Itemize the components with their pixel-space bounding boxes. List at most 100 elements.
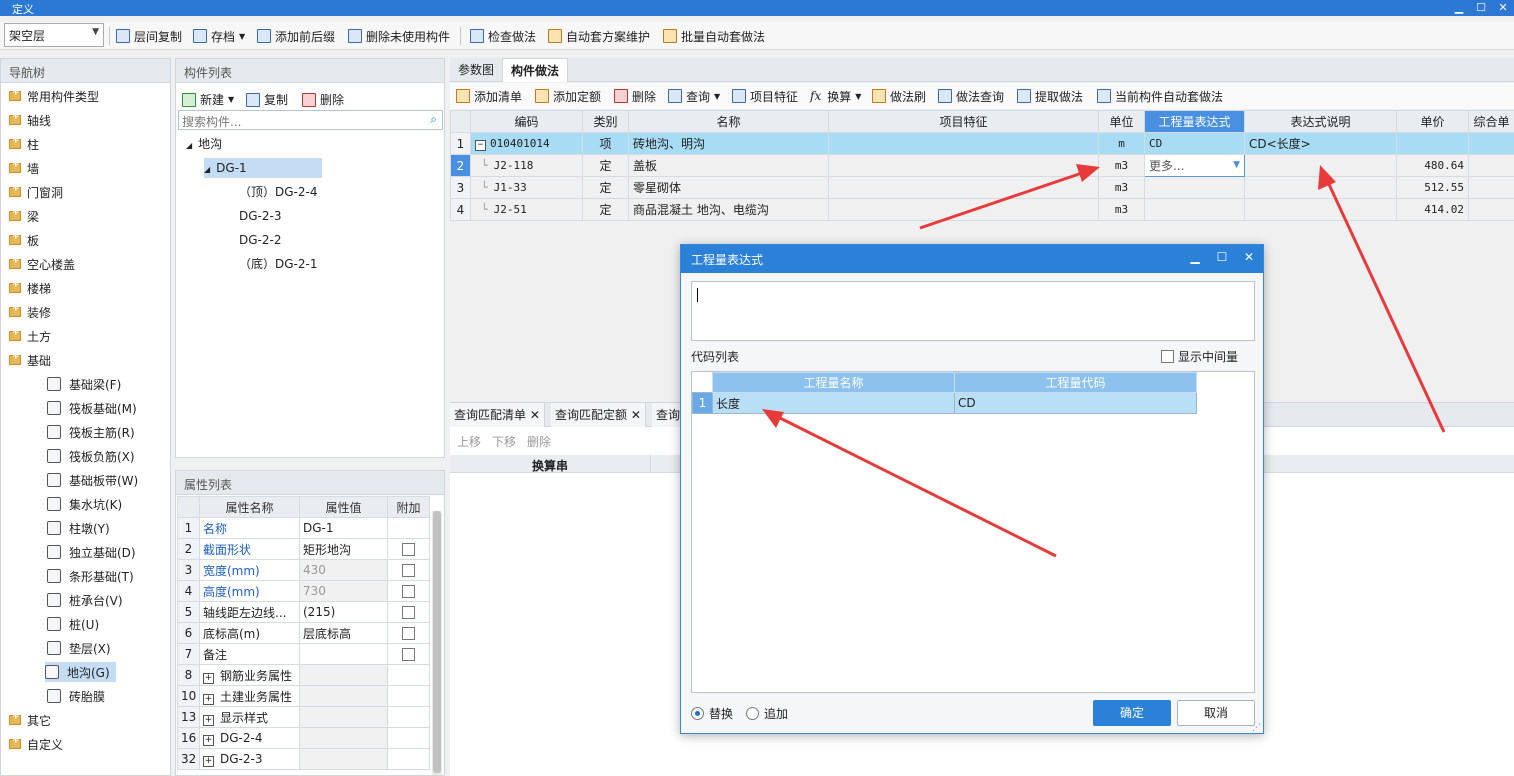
- nav-subitem-trench[interactable]: 地沟(G): [45, 662, 116, 682]
- nav-subitem[interactable]: 垫层(X): [47, 638, 117, 658]
- expand-icon[interactable]: +: [203, 714, 214, 726]
- tree-leaf[interactable]: DG-2-2: [239, 230, 281, 250]
- total-price-cell[interactable]: [1468, 176, 1514, 199]
- code-cell[interactable]: −010401014: [470, 132, 583, 155]
- unit-cell[interactable]: m: [1098, 132, 1145, 155]
- expand-icon[interactable]: +: [203, 755, 214, 767]
- type-cell[interactable]: 项: [582, 132, 629, 155]
- item-feature-button[interactable]: 项目特征: [732, 86, 798, 106]
- check-method-button[interactable]: 检查做法: [470, 26, 536, 46]
- copy-button[interactable]: 复制: [246, 91, 288, 108]
- delete-button[interactable]: 删除: [527, 433, 551, 450]
- expression-cell[interactable]: [1144, 176, 1245, 199]
- expression-cell[interactable]: [1144, 198, 1245, 221]
- prop-value-cell[interactable]: 430: [299, 559, 388, 581]
- floor-select[interactable]: 架空层 ▼: [4, 23, 104, 47]
- collapse-icon[interactable]: ◢: [204, 165, 210, 174]
- maximize-icon[interactable]: ☐: [1472, 0, 1490, 16]
- close-icon[interactable]: ✕: [1494, 0, 1512, 16]
- tab-match-bill[interactable]: 查询匹配清单 ✕: [450, 403, 545, 427]
- nav-item[interactable]: 梁: [9, 206, 39, 226]
- show-intermediate-checkbox[interactable]: 显示中间量: [1161, 348, 1238, 365]
- radio-selected-icon[interactable]: [691, 707, 704, 720]
- unit-cell[interactable]: m3: [1098, 154, 1145, 177]
- price-cell[interactable]: 480.64: [1396, 154, 1469, 177]
- nav-item[interactable]: 其它: [9, 710, 51, 730]
- checkbox-icon[interactable]: [402, 585, 415, 598]
- code-row[interactable]: 1 长度 CD: [692, 392, 1197, 414]
- delete-button[interactable]: 删除: [302, 91, 344, 108]
- tab-match-quota[interactable]: 查询匹配定额 ✕: [551, 403, 646, 427]
- tree-node-selected[interactable]: ◢ DG-1: [204, 158, 322, 178]
- name-cell[interactable]: 零星砌体: [628, 176, 829, 199]
- type-cell[interactable]: 定: [582, 198, 629, 221]
- move-down-button[interactable]: 下移: [492, 433, 516, 450]
- prop-value-cell[interactable]: [299, 664, 388, 686]
- checkbox-icon[interactable]: [402, 648, 415, 661]
- code-cell[interactable]: └ J1-33: [470, 176, 583, 199]
- add-prefix-suffix-button[interactable]: 添加前后缀: [257, 26, 335, 46]
- feature-cell[interactable]: [828, 198, 1099, 221]
- minimize-icon[interactable]: ▁: [1187, 250, 1203, 264]
- nav-item[interactable]: 轴线: [9, 110, 51, 130]
- maximize-icon[interactable]: ☐: [1214, 250, 1230, 264]
- property-row[interactable]: 7 备注: [177, 643, 430, 665]
- nav-subitem[interactable]: 砖胎膜: [47, 686, 111, 706]
- expand-icon[interactable]: +: [203, 672, 214, 684]
- tree-leaf[interactable]: （底）DG-2-1: [239, 254, 317, 274]
- code-cell[interactable]: └ J2-51: [470, 198, 583, 221]
- convert-button[interactable]: fx 换算 ▼: [810, 86, 861, 106]
- nav-item[interactable]: 楼梯: [9, 278, 51, 298]
- minimize-icon[interactable]: ▁: [1450, 0, 1468, 16]
- resize-grip-icon[interactable]: ⋰: [1252, 723, 1261, 733]
- chevron-down-icon[interactable]: ▼: [1233, 160, 1240, 170]
- prop-value-cell[interactable]: 层底标高: [299, 622, 388, 644]
- nav-item[interactable]: 门窗洞: [9, 182, 63, 202]
- method-row[interactable]: 4 └ J2-51 定商品混凝土 地沟、电缆沟 m3 414.02: [450, 198, 1514, 221]
- property-row[interactable]: 32 + DG-2-3: [177, 748, 430, 770]
- nav-subitem[interactable]: 柱墩(Y): [47, 518, 116, 538]
- delete-unused-button[interactable]: 删除未使用构件: [348, 26, 450, 46]
- prop-value-cell[interactable]: [299, 727, 388, 749]
- expand-icon[interactable]: +: [203, 734, 214, 746]
- total-price-cell[interactable]: [1468, 154, 1514, 177]
- expression-dropdown[interactable]: 更多... ▼: [1144, 154, 1245, 177]
- name-cell[interactable]: 砖地沟、明沟: [628, 132, 829, 155]
- move-up-button[interactable]: 上移: [457, 433, 481, 450]
- unit-cell[interactable]: m3: [1098, 198, 1145, 221]
- nav-subitem[interactable]: 桩承台(V): [47, 590, 129, 610]
- tab-component-method[interactable]: 构件做法: [502, 58, 569, 82]
- nav-item[interactable]: 常用构件类型: [9, 86, 99, 106]
- nav-subitem[interactable]: 桩(U): [47, 614, 105, 634]
- nav-item[interactable]: 自定义: [9, 734, 63, 754]
- property-row[interactable]: 10 + 土建业务属性: [177, 685, 430, 707]
- total-price-cell[interactable]: [1468, 198, 1514, 221]
- property-row[interactable]: 2 截面形状 矩形地沟: [177, 538, 430, 560]
- nav-subitem[interactable]: 筏板主筋(R): [47, 422, 141, 442]
- auto-scheme-button[interactable]: 自动套方案维护: [548, 26, 650, 46]
- feature-cell[interactable]: [828, 154, 1099, 177]
- search-icon[interactable]: ⌕: [430, 112, 437, 127]
- price-cell[interactable]: 512.55: [1396, 176, 1469, 199]
- close-icon[interactable]: ✕: [1241, 250, 1257, 264]
- delete-row-button[interactable]: 删除: [614, 86, 656, 106]
- add-quota-button[interactable]: 添加定额: [535, 86, 601, 106]
- expr-desc-cell[interactable]: [1244, 198, 1397, 221]
- property-row[interactable]: 3 宽度(mm) 430: [177, 559, 430, 581]
- quantity-code-cell[interactable]: CD: [954, 392, 1197, 414]
- nav-subitem[interactable]: 筏板负筋(X): [47, 446, 141, 466]
- radio-icon[interactable]: [746, 707, 759, 720]
- nav-item[interactable]: 墙: [9, 158, 39, 178]
- extract-method-button[interactable]: 提取做法: [1017, 86, 1083, 106]
- prop-value-cell[interactable]: [299, 706, 388, 728]
- prop-value-cell[interactable]: (215): [299, 601, 388, 623]
- nav-subitem[interactable]: 筏板基础(M): [47, 398, 143, 418]
- query-button[interactable]: 查询 ▼: [668, 86, 720, 106]
- name-cell[interactable]: 商品混凝土 地沟、电缆沟: [628, 198, 829, 221]
- prop-value-cell[interactable]: [299, 643, 388, 665]
- checkbox-icon[interactable]: [1161, 350, 1174, 363]
- nav-item[interactable]: 空心楼盖: [9, 254, 75, 274]
- property-row[interactable]: 4 高度(mm) 730: [177, 580, 430, 602]
- property-row[interactable]: 13 + 显示样式: [177, 706, 430, 728]
- nav-subitem[interactable]: 条形基础(T): [47, 566, 140, 586]
